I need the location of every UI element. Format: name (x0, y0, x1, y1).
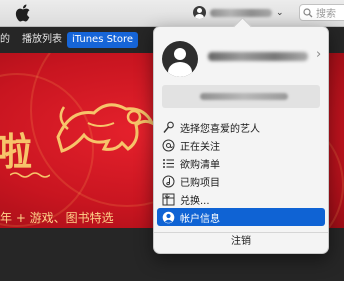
tab-partial[interactable]: 的 (0, 32, 15, 48)
menu-item-favorite-artists[interactable]: 选择您喜爱的艺人 (157, 118, 325, 136)
banner-headline: 啦 (0, 130, 35, 174)
user-icon (193, 6, 206, 19)
menu-item-redeem[interactable]: 兑换... (157, 190, 325, 208)
menu-item-wishlist[interactable]: 欲购清单 (157, 154, 325, 172)
avatar (162, 41, 198, 77)
account-popover: › 选择您喜爱的艺人 正在关注 欲购清单 已购项目 兑换... 帐户信息 注销 (153, 17, 329, 254)
sign-out-button[interactable]: 注销 (154, 232, 328, 247)
apple-id-redacted (200, 93, 288, 100)
search-input[interactable]: 搜索 (299, 4, 344, 21)
list-icon (163, 158, 174, 168)
profile-name-redacted[interactable] (208, 52, 308, 61)
search-placeholder: 搜索 (316, 9, 336, 20)
account-menu: 选择您喜爱的艺人 正在关注 欲购清单 已购项目 兑换... 帐户信息 (154, 118, 328, 233)
purchased-icon (162, 175, 175, 187)
tab-playlists[interactable]: 播放列表 (17, 32, 67, 48)
banner-promo-text: 年 + 游戏、图书特选 (0, 211, 114, 225)
account-icon (162, 211, 175, 223)
menu-item-label: 欲购清单 (180, 159, 220, 171)
redeem-icon (162, 193, 175, 205)
account-name-redacted (210, 8, 272, 17)
menu-item-label: 选择您喜爱的艺人 (180, 123, 260, 135)
toolbar: ⌄ 搜索 (0, 0, 344, 27)
menu-item-purchased[interactable]: 已购项目 (157, 172, 325, 190)
menu-item-label: 兑换... (180, 195, 210, 207)
menu-item-account-info[interactable]: 帐户信息 (157, 208, 325, 226)
menu-item-label: 已购项目 (180, 177, 220, 189)
menu-item-label: 帐户信息 (180, 213, 220, 225)
menu-item-label: 正在关注 (180, 141, 220, 153)
chevron-right-icon[interactable]: › (316, 47, 321, 62)
microphone-icon (163, 121, 174, 133)
apple-id-field (162, 85, 320, 108)
tab-itunes-store[interactable]: iTunes Store (67, 32, 139, 48)
monkey-illustration (56, 103, 156, 153)
chevron-down-icon: ⌄ (276, 7, 284, 18)
banner-ornament (10, 172, 50, 178)
apple-logo-icon[interactable] (14, 3, 31, 23)
menu-item-following[interactable]: 正在关注 (157, 136, 325, 154)
search-icon (303, 7, 313, 17)
at-sign-icon (162, 139, 175, 151)
